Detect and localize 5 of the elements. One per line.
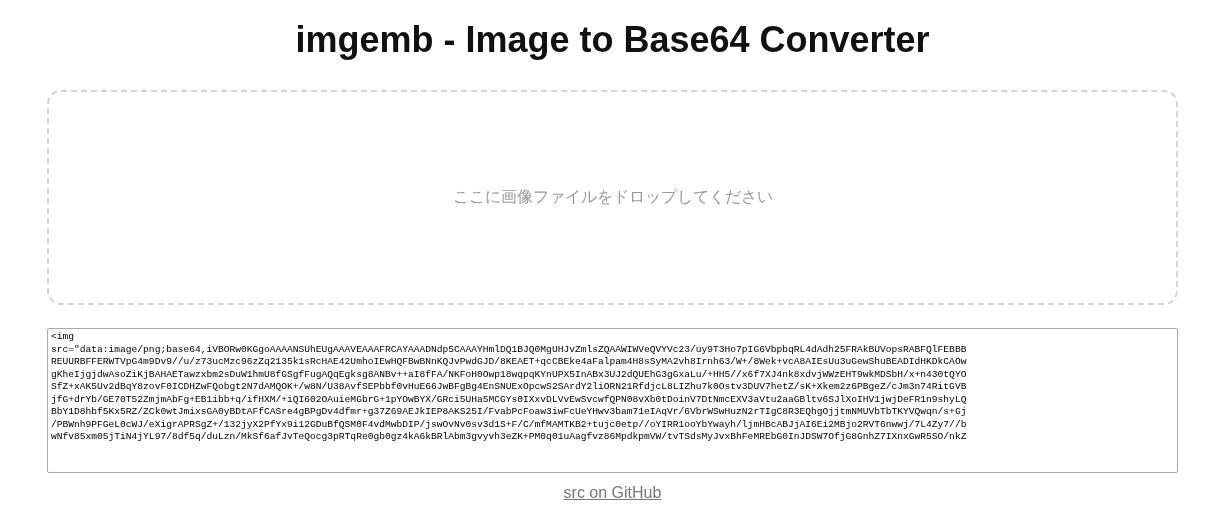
drop-zone[interactable]: ここに画像ファイルをドロップしてください: [47, 90, 1178, 305]
drop-zone-label: ここに画像ファイルをドロップしてください: [452, 187, 773, 208]
github-link[interactable]: src on GitHub: [563, 484, 662, 502]
output-field[interactable]: <img src="data:image/png;base64,iVBORw0KGgoAAAANSUhEUgAAAVEAAAFRCAYAAADNdp5CAAAYHmlDQ1BJQ0MgUHJvZmlsZQAAWIWVeQVYVc23/uy9T3Ho7pIG6VbpbqRL4dAdh25FRAkBUVopsRABFQlFEBBB REUURBFFERWTVpG4m9Dv9//u/z73ucMzc96zZq2135k1sRcHAE42UmhoIEwHQFBwBNnKQJvPwdGJD/8KEAET+qcCBEke4aFalpam4H8sSyMA2vh8Irnh63/W+/8Wek+vcA8AIEsUu3uGewShuBEADIdHKDkCAOw gKheIjgjdwAsoZiKjBAHAETawzxbm2sDuW1hmU8fGSgfFugAQqEgksg8ANBv++aI8fFA/NKFoH0Owp18wqpqKYnUPX5InABx3UJ2dQUEhG3gGxaLu/+HH5//x6f7XJ4nk8xdvjWWzEHT9wkMDSbH/x+n430tQYO SfZ+xAK5Uv2dBqY8zovF0ICDHZwFQobgt2N7dAMQOK+/w8N/U38AvfSEPbbf0vHuE66JwBFgBg4EnSNUExOpcwS2SArdY2liORN21RfdjcL8LIZhu7k0Ostv3DUV7hetZ/sK+Xkem2z6PBgeZ/cJm3n74RitGVB jfG+drYb/GE70T52ZmjmAbFg+EB1ibb+q/ifHXM/+iQI602OAuieMGbrG+1pYOwBYX/GRci5UHa5MCGYs0IXxvDLVvEwSvcwfQPN08vXb0tDoinV7DtNmcEXV3aVtu2aaGBltv6SJlXoIHV1jwjDeFR1n9shyLQ BbY1D8hbf5Kx5RZ/ZCk0wtJmixsGA0yBDtAFfCASre4gBPgDv4dfmr+g37Z69AEJkIEP8AKS25I/FvabPcFoaw3iwFcUeYHwv3bam71eIAqVr/6VbrWSwHuzN2rTIgC8R3EQhgOjjtmNMUVbTbTKYVQwqn/s+Gj /PBWnh9PFGeL0cWJ/eXigrAPRSgZ+/132jyX2PfYx9i12GDuBfQSM0F4vdMwbDIP/jswOvNv0sv3d1S+F/C/mfMAMTKB2+tujc0etp//oYIRR1ooYbYwayh/ljmHBcABJjAI6Ei2MBjo2RVT6nwwj/7L4Zy7//b wNfv85xm05jTiN4jYL97/8df5q/duLzn/MkSf6afJvTeQocg3pRTqRe0gb0gz4kA6kBRlAbm3gvyvh3eZK+PM0q01uAagfvz86MpdkpmVW/tvTSdsMyJvxBhFeMREbG0InJDSW7OfjG8GnhZ7IXnxGwR5SO/nkZ: [47, 328, 1178, 473]
page-title: imgemb - Image to Base64 Converter: [295, 18, 930, 62]
